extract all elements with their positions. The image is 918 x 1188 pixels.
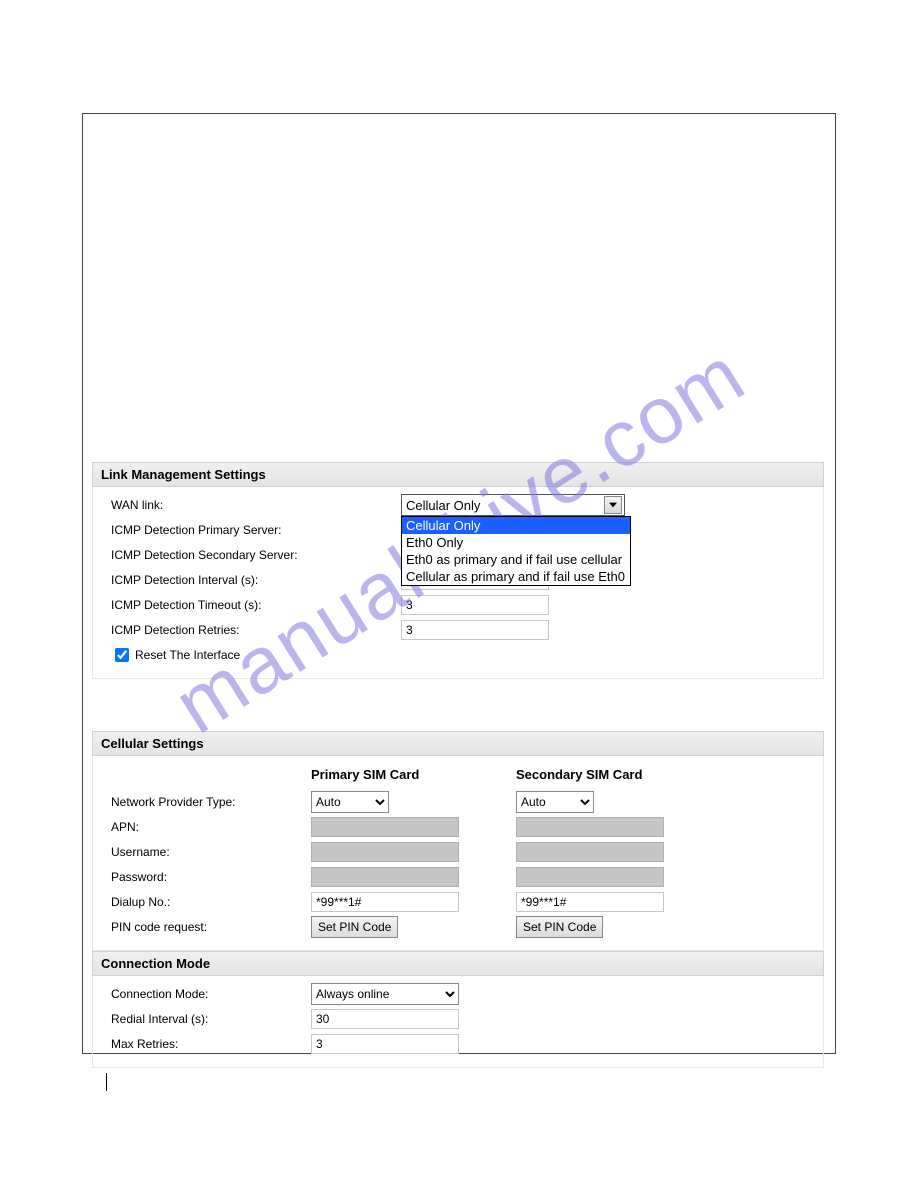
- network-provider-label: Network Provider Type:: [111, 795, 311, 809]
- reset-interface-checkbox[interactable]: [115, 648, 129, 662]
- wan-link-option-list[interactable]: Cellular Only Eth0 Only Eth0 as primary …: [401, 516, 631, 586]
- apn-primary-input: [311, 817, 459, 837]
- secondary-sim-header: Secondary SIM Card: [516, 767, 721, 782]
- password-label: Password:: [111, 870, 311, 884]
- pin-code-label: PIN code request:: [111, 920, 311, 934]
- apn-secondary-input: [516, 817, 664, 837]
- set-pin-primary-button[interactable]: Set PIN Code: [311, 916, 398, 938]
- password-secondary-input: [516, 867, 664, 887]
- icmp-timeout-input[interactable]: [401, 595, 549, 615]
- password-primary-input: [311, 867, 459, 887]
- link-management-header: Link Management Settings: [92, 462, 824, 487]
- wan-link-select[interactable]: Cellular Only Cellular Only Eth0 Only Et…: [401, 494, 625, 516]
- connection-mode-body: Connection Mode: Always online Redial In…: [92, 976, 824, 1068]
- cellular-settings-body: Primary SIM Card Secondary SIM Card Netw…: [92, 756, 824, 951]
- icmp-retries-input[interactable]: [401, 620, 549, 640]
- connection-mode-header: Connection Mode: [92, 951, 824, 976]
- network-provider-secondary-select[interactable]: Auto: [516, 791, 594, 813]
- text-cursor: [106, 1073, 107, 1091]
- icmp-interval-label: ICMP Detection Interval (s):: [111, 573, 401, 587]
- wan-link-option[interactable]: Cellular as primary and if fail use Eth0: [402, 568, 630, 585]
- max-retries-label: Max Retries:: [111, 1037, 311, 1051]
- wan-link-option[interactable]: Cellular Only: [402, 517, 630, 534]
- wan-link-select-value: Cellular Only: [406, 498, 480, 513]
- icmp-secondary-label: ICMP Detection Secondary Server:: [111, 548, 401, 562]
- apn-label: APN:: [111, 820, 311, 834]
- dialup-secondary-input[interactable]: [516, 892, 664, 912]
- dialup-primary-input[interactable]: [311, 892, 459, 912]
- wan-link-select-button[interactable]: Cellular Only: [401, 494, 625, 516]
- username-label: Username:: [111, 845, 311, 859]
- cellular-settings-header: Cellular Settings: [92, 731, 824, 756]
- username-secondary-input: [516, 842, 664, 862]
- connection-mode-label: Connection Mode:: [111, 987, 311, 1001]
- dialup-label: Dialup No.:: [111, 895, 311, 909]
- redial-interval-input[interactable]: [311, 1009, 459, 1029]
- reset-interface-label: Reset The Interface: [135, 648, 240, 662]
- redial-interval-label: Redial Interval (s):: [111, 1012, 311, 1026]
- network-provider-primary-select[interactable]: Auto: [311, 791, 389, 813]
- link-management-body: WAN link: Cellular Only Cellular Only Et…: [92, 487, 824, 679]
- chevron-down-icon: [604, 496, 622, 514]
- icmp-retries-label: ICMP Detection Retries:: [111, 623, 401, 637]
- connection-mode-select[interactable]: Always online: [311, 983, 459, 1005]
- max-retries-input[interactable]: [311, 1034, 459, 1054]
- set-pin-secondary-button[interactable]: Set PIN Code: [516, 916, 603, 938]
- wan-link-label: WAN link:: [111, 498, 401, 512]
- wan-link-option[interactable]: Eth0 as primary and if fail use cellular: [402, 551, 630, 568]
- icmp-timeout-label: ICMP Detection Timeout (s):: [111, 598, 401, 612]
- icmp-primary-label: ICMP Detection Primary Server:: [111, 523, 401, 537]
- wan-link-option[interactable]: Eth0 Only: [402, 534, 630, 551]
- username-primary-input: [311, 842, 459, 862]
- settings-panel: Link Management Settings WAN link: Cellu…: [92, 462, 824, 1068]
- primary-sim-header: Primary SIM Card: [311, 767, 516, 782]
